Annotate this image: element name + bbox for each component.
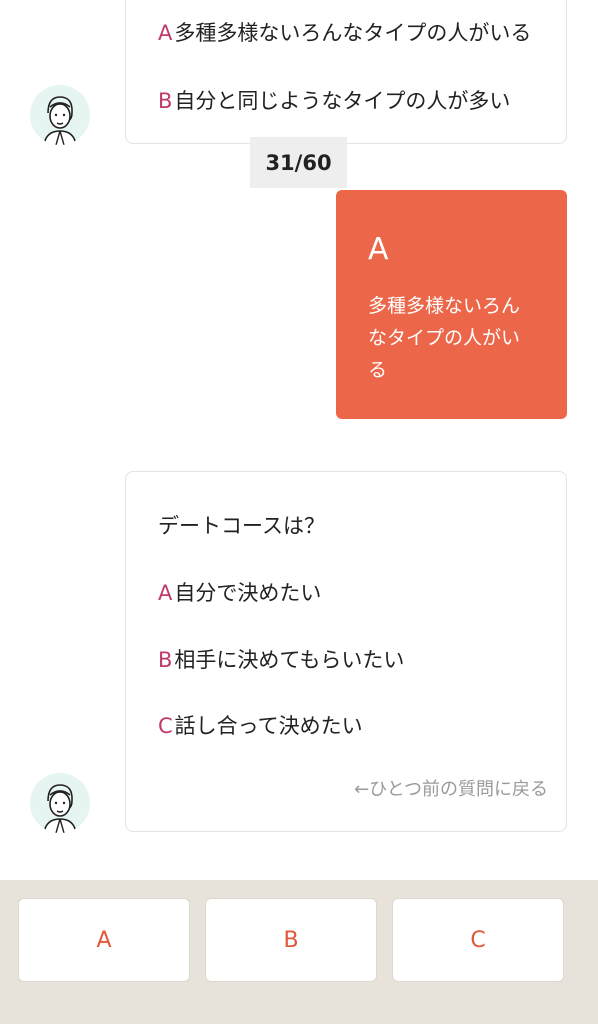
progress-counter: 31/60 [250, 137, 347, 188]
question-text: デートコースは？ [158, 514, 325, 538]
answer-button-bar: A B C [0, 880, 598, 1024]
user-answer-bubble: A 多種多様ないろんなタイプの人がいる [336, 190, 567, 419]
previous-option-a: A多種多様ないろんなタイプの人がいる [158, 21, 532, 45]
advisor-avatar [30, 85, 90, 145]
answer-a-button[interactable]: A [18, 898, 190, 982]
back-to-previous-link[interactable]: ←ひとつ前の質問に戻る [354, 775, 548, 801]
option-c: C話し合って決めたい [158, 714, 363, 738]
person-icon [30, 773, 90, 833]
option-a: A自分で決めたい [158, 581, 322, 605]
previous-option-b: B自分と同じようなタイプの人が多い [158, 89, 511, 113]
person-icon [30, 85, 90, 145]
option-b: B相手に決めてもらいたい [158, 648, 405, 672]
answer-b-button[interactable]: B [205, 898, 377, 982]
previous-question-card: A多種多様ないろんなタイプの人がいる B自分と同じようなタイプの人が多い [125, 0, 567, 144]
answer-c-button[interactable]: C [392, 898, 564, 982]
answer-text: 多種多様ないろんなタイプの人がいる [368, 295, 521, 381]
answer-letter: A [368, 232, 389, 267]
advisor-avatar [30, 773, 90, 833]
current-question-card: デートコースは？ A自分で決めたい B相手に決めてもらいたい C話し合って決めた… [125, 471, 567, 832]
